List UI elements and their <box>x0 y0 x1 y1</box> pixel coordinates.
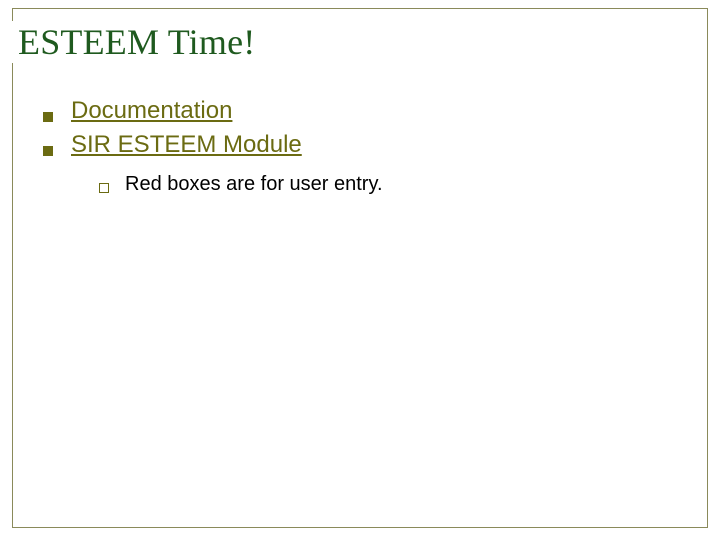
title-wrap: ESTEEM Time! <box>12 21 265 63</box>
slide-frame: ESTEEM Time! Documentation SIR ESTEEM Mo… <box>12 8 708 528</box>
slide-title: ESTEEM Time! <box>18 21 255 63</box>
square-bullet-icon <box>43 112 53 122</box>
slide-content: Documentation SIR ESTEEM Module Red boxe… <box>13 97 707 196</box>
list-item: SIR ESTEEM Module <box>43 131 687 159</box>
link-sir-esteem-module[interactable]: SIR ESTEEM Module <box>71 131 302 159</box>
sublist: Red boxes are for user entry. <box>43 173 687 196</box>
outline-square-bullet-icon <box>99 183 109 193</box>
list-item: Red boxes are for user entry. <box>99 173 687 196</box>
sublist-text: Red boxes are for user entry. <box>125 173 383 196</box>
square-bullet-icon <box>43 146 53 156</box>
link-documentation[interactable]: Documentation <box>71 97 232 125</box>
list-item: Documentation <box>43 97 687 125</box>
